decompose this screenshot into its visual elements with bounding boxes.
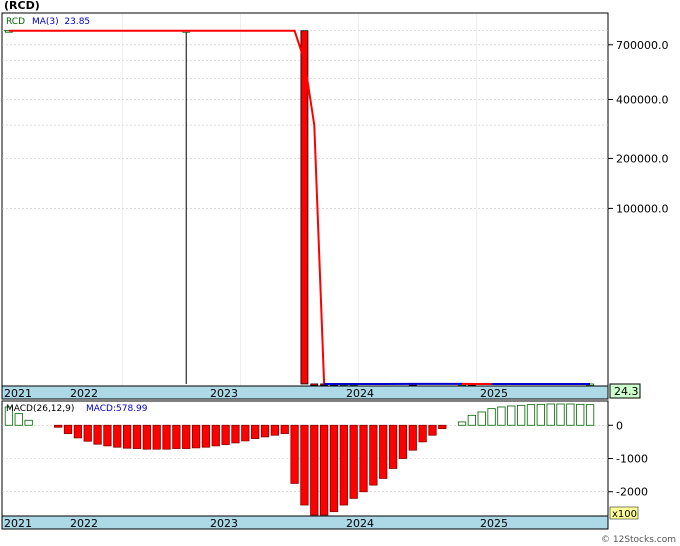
macd-bar — [24, 419, 33, 426]
macd-bar — [211, 424, 220, 447]
macd-legend-label: MACD(26,12,9) — [6, 404, 74, 414]
macd-bar — [329, 424, 339, 513]
macd-bar — [132, 424, 142, 449]
x-axis-label: 2023 — [210, 387, 238, 400]
macd-y-tick-label: -2000 — [616, 486, 648, 499]
macd-bar — [103, 424, 112, 447]
macd-bar — [123, 424, 132, 449]
macd-bar — [162, 424, 171, 450]
macd-bar — [379, 424, 388, 479]
macd-bar — [339, 424, 348, 506]
macd-bar — [556, 403, 565, 426]
macd-bar — [113, 424, 122, 448]
macd-bar — [251, 424, 260, 439]
macd-bar — [566, 403, 575, 426]
macd-bar — [477, 411, 486, 426]
macd-bar — [467, 414, 476, 426]
price-y-tick-label: 200000.0 — [616, 152, 669, 165]
macd-bar — [54, 424, 63, 428]
legend-symbol: RCD — [6, 17, 25, 27]
x-axis-label: 2023 — [210, 517, 238, 530]
macd-bar — [319, 424, 329, 516]
macd-bar — [507, 405, 516, 426]
price-y-axis: 700000.0 400000.0 200000.0 100000.0 — [608, 39, 669, 215]
macd-bar — [231, 424, 240, 444]
macd-bar — [369, 424, 378, 486]
x-axis-label: 2024 — [346, 517, 374, 530]
macd-y-tick-label: 0 — [616, 419, 623, 432]
stock-chart: 700000.0 400000.0 200000.0 100000.0 (RCD) R… — [1, 0, 676, 545]
macd-bar — [191, 424, 201, 449]
x-axis-label: 2024 — [346, 387, 374, 400]
price-y-tick-label: 700000.0 — [616, 39, 669, 52]
last-price-label: 24.3 — [614, 385, 639, 398]
macd-bar — [73, 424, 83, 439]
price-bar — [300, 30, 309, 385]
macd-bar — [221, 424, 230, 445]
macd-bar — [438, 424, 447, 429]
macd-bar — [270, 424, 279, 436]
macd-bar — [418, 424, 427, 443]
macd-bar — [388, 424, 398, 469]
macd-bar — [576, 403, 585, 426]
macd-bar — [280, 424, 289, 434]
legend-ma: MA(3) 23.85 — [32, 17, 90, 27]
macd-bar — [290, 424, 299, 484]
x-axis-label: 2021 — [4, 387, 32, 400]
macd-multiplier: x100 — [612, 509, 637, 520]
macd-bar — [241, 424, 250, 442]
macd-bar — [359, 424, 368, 493]
price-y-tick-label: 100000.0 — [616, 202, 669, 215]
x-axis-label: 2022 — [70, 517, 98, 530]
watermark: © 12Stocks.com — [601, 535, 676, 545]
macd-bar — [93, 424, 102, 445]
macd-bar — [172, 424, 181, 449]
macd-bar — [201, 424, 211, 448]
macd-bar — [152, 424, 161, 450]
macd-bar — [536, 403, 545, 426]
x-axis-label: 2022 — [70, 387, 98, 400]
macd-bar — [83, 424, 92, 442]
price-y-tick-label: 400000.0 — [616, 93, 669, 106]
macd-bar — [517, 404, 526, 426]
macd-bar — [398, 424, 408, 459]
macd-bar — [585, 404, 595, 426]
macd-bar — [428, 424, 437, 436]
macd-bar — [349, 424, 358, 499]
macd-bar — [310, 424, 319, 516]
price-bar — [310, 383, 319, 386]
macd-bar — [14, 413, 23, 426]
macd-bar — [142, 424, 151, 450]
x-axis-label: 2025 — [480, 517, 508, 530]
macd-bar — [546, 403, 555, 426]
x-axis-label: 2021 — [4, 517, 32, 530]
macd-y-tick-label: -1000 — [616, 453, 648, 466]
macd-bar — [182, 424, 191, 449]
macd-bar — [497, 406, 506, 426]
macd-y-axis: 0 -1000 -2000 — [608, 419, 648, 499]
macd-bar — [63, 424, 73, 434]
x-axis-label: 2025 — [480, 387, 508, 400]
macd-legend-value: MACD:578.99 — [86, 404, 148, 414]
macd-bar — [408, 424, 417, 451]
macd-bar — [260, 424, 270, 438]
macd-bar — [526, 404, 536, 426]
macd-bar — [457, 421, 467, 426]
macd-bar — [487, 408, 496, 426]
chart-title: (RCD) — [4, 0, 40, 12]
macd-bar — [300, 424, 309, 506]
